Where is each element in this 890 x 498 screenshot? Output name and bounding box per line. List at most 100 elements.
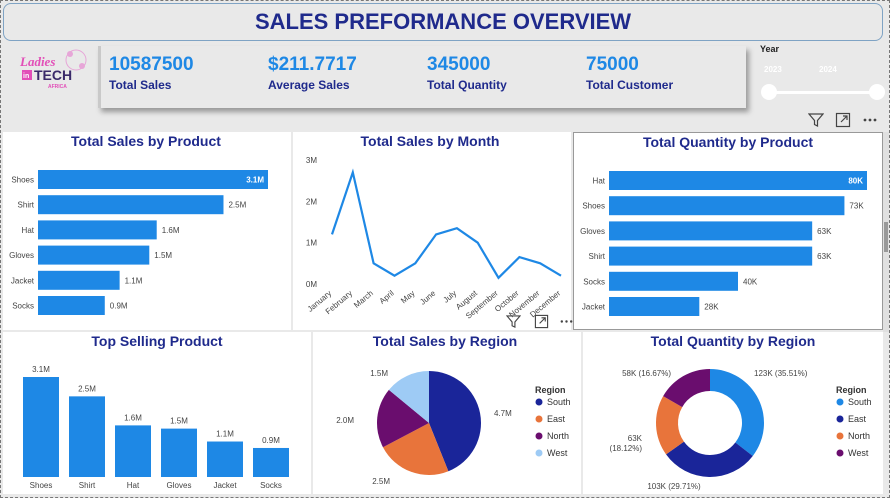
sales-by-product-chart: Total Sales by Product Shoes 3.1M Shirt 2.5… <box>9 133 268 315</box>
quantity-by-region-chart: Total Quantity by Region 123K (35.51%) 10… <box>610 333 872 491</box>
panel-sales-by-month[interactable]: Total Sales by Month 0M 1M 2M 3M January Febr… <box>293 132 571 330</box>
filter-icon[interactable] <box>503 311 523 331</box>
y-tick-label: 1M <box>306 239 317 248</box>
page-title: SALES PREFORMANCE OVERVIEW <box>254 9 632 34</box>
x-tick-label-may: May <box>399 289 416 306</box>
data-label-socks: 0.9M <box>110 302 128 311</box>
data-label-shirt: 63K <box>817 252 832 261</box>
panel-sales-by-product[interactable]: Total Sales by Product Shoes 3.1M Shirt 2.5… <box>3 132 291 330</box>
category-label-shirt: Shirt <box>79 481 96 490</box>
kpi-value: 10587500 <box>109 54 194 75</box>
focus-mode-icon[interactable] <box>833 110 853 130</box>
data-label-hat: 1.6M <box>162 226 180 235</box>
data-label-north: 2.0M <box>336 416 354 425</box>
legend-marker-east <box>836 415 844 423</box>
year-start-input[interactable]: 2023 <box>760 62 810 78</box>
data-label-hat: 80K <box>848 177 863 186</box>
year-end-input[interactable]: 2024 <box>815 62 865 78</box>
chart-title: Total Quantity by Product <box>643 134 813 150</box>
x-tick-label-march: March <box>352 289 375 310</box>
year-slider-start-handle[interactable] <box>761 84 777 100</box>
data-label-jacket: 1.1M <box>125 276 143 285</box>
category-label-shoes: Shoes <box>582 202 605 211</box>
data-label-east: 2.5M <box>372 477 390 486</box>
chart-title: Top Selling Product <box>91 333 223 349</box>
ladies-in-tech-logo: Ladies in TECH AFRICA <box>19 49 87 90</box>
legend-item-south: South <box>848 397 872 407</box>
bar-gloves <box>38 245 150 265</box>
bar-jacket <box>207 441 243 477</box>
more-options-icon[interactable] <box>556 311 576 331</box>
kpi-total-sales: 10587500 Total Sales <box>109 54 194 92</box>
legend-item-north: North <box>848 431 870 441</box>
data-label-gloves: 63K <box>817 227 832 236</box>
bar-socks <box>38 296 105 315</box>
chart-title: Total Sales by Region <box>373 333 517 349</box>
data-label-percent: (18.12%) <box>610 444 643 453</box>
data-label-shoes: 73K <box>849 202 864 211</box>
slice-east <box>666 441 753 477</box>
year-slider-track[interactable] <box>768 91 878 94</box>
bar-socks <box>609 271 738 291</box>
bar-hat <box>38 220 157 240</box>
legend-item-south: South <box>547 397 571 407</box>
kpi-label: Total Sales <box>109 78 172 92</box>
legend-title: Region <box>836 385 867 395</box>
data-label-socks: 0.9M <box>262 436 280 445</box>
category-label-socks: Socks <box>12 302 34 311</box>
data-label-gloves: 1.5M <box>154 251 172 260</box>
data-label-hat: 1.6M <box>124 413 142 422</box>
legend-marker-west <box>836 449 844 457</box>
bar-shirt <box>38 195 224 215</box>
kpi-total-customer: 75000 Total Customer <box>586 54 673 92</box>
category-label-hat: Hat <box>22 226 35 235</box>
more-options-icon[interactable] <box>860 110 880 130</box>
bar-hat <box>115 425 151 477</box>
y-tick-label: 3M <box>306 156 317 165</box>
scrollbar[interactable] <box>883 132 889 332</box>
legend-marker-south <box>535 398 543 406</box>
kpi-value: 75000 <box>586 54 639 75</box>
bar-shirt <box>69 396 105 477</box>
panel-top-selling-product[interactable]: Top Selling Product 3.1M Shoes 2.5M Shirt 1.… <box>3 332 311 494</box>
year-slicer-title: Year <box>760 44 780 54</box>
category-label-hat: Hat <box>593 177 606 186</box>
kpi-average-sales: $211.7717 Average Sales <box>268 54 357 92</box>
y-tick-label: 2M <box>306 197 317 206</box>
logo-line4: AFRICA <box>48 84 67 90</box>
legend-item-east: East <box>547 414 566 424</box>
legend-marker-south <box>836 398 844 406</box>
data-label-west: 1.5M <box>370 369 388 378</box>
legend-marker-west <box>535 449 543 457</box>
legend-marker-north <box>836 432 844 440</box>
kpi-value: $211.7717 <box>268 54 357 75</box>
filter-icon[interactable] <box>806 110 826 130</box>
category-label-jacket: Jacket <box>213 481 237 490</box>
panel-sales-by-region[interactable]: Total Sales by Region 4.7M 2.5M 2.0M 1.5M Re… <box>313 332 581 494</box>
category-label-shirt: Shirt <box>589 252 606 261</box>
year-slider-end-handle[interactable] <box>869 84 885 100</box>
slice-south <box>710 369 764 456</box>
bar-gloves <box>161 428 197 477</box>
data-label-south: 123K (35.51%) <box>754 369 808 378</box>
logo-line3: TECH <box>34 67 72 83</box>
data-label-shoes: 3.1M <box>32 365 50 374</box>
category-label-socks: Socks <box>583 277 605 286</box>
data-label-north: 63K (18.12%) <box>610 434 643 453</box>
category-label-jacket: Jacket <box>582 303 606 312</box>
legend-marker-east <box>535 415 543 423</box>
panel-quantity-by-region[interactable]: Total Quantity by Region 123K (35.51%) 10… <box>583 332 883 494</box>
panel-quantity-by-product[interactable]: Total Quantity by Product Hat 80K Shoes 73K… <box>573 132 883 330</box>
kpi-card: 10587500 Total Sales $211.7717 Average S… <box>98 46 746 108</box>
kpi-total-quantity: 345000 Total Quantity <box>427 54 507 92</box>
focus-mode-icon[interactable] <box>531 311 551 331</box>
scrollbar-thumb[interactable] <box>884 222 888 252</box>
sales-by-region-chart: Total Sales by Region 4.7M 2.5M 2.0M 1.5M Re… <box>336 333 571 486</box>
data-label-gloves: 1.5M <box>170 417 188 426</box>
data-label-jacket: 1.1M <box>216 430 234 439</box>
bar-gloves <box>609 221 813 241</box>
category-label-gloves: Gloves <box>167 481 192 490</box>
kpi-value: 345000 <box>427 54 491 75</box>
logo-line2: in <box>23 73 29 80</box>
x-tick-label-june: June <box>418 288 437 306</box>
